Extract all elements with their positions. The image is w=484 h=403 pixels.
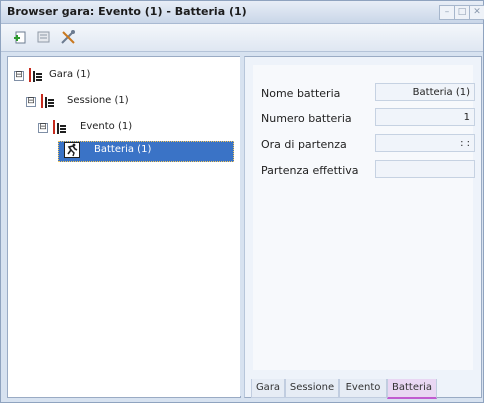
tab-sessione[interactable]: Sessione [285, 379, 339, 398]
tree-node-icon [27, 67, 43, 83]
tree-node-label: Evento (1) [80, 121, 133, 132]
property-value-partenza-effettiva[interactable] [375, 160, 475, 178]
tree-node-label: Sessione (1) [67, 95, 129, 106]
tab-batteria[interactable]: Batteria [387, 379, 437, 399]
close-icon[interactable]: ✕ [469, 5, 484, 20]
toolbar [1, 24, 483, 52]
minimize-icon[interactable]: – [439, 5, 455, 20]
tree-node-evento[interactable]: ⊟ Evento (1) [38, 119, 218, 137]
properties-panel: Nome batteria Batteria (1) Numero batter… [244, 56, 482, 399]
property-label: Partenza effettiva [261, 164, 359, 177]
title-bar[interactable]: Browser gara: Evento (1) - Batteria (1) … [1, 1, 484, 24]
collapse-icon[interactable]: ⊟ [26, 97, 36, 107]
collapse-icon[interactable]: ⊟ [14, 71, 24, 81]
maximize-icon[interactable]: □ [454, 5, 470, 20]
browser-window: Browser gara: Evento (1) - Batteria (1) … [0, 0, 484, 403]
window-title: Browser gara: Evento (1) - Batteria (1) [7, 5, 247, 18]
property-value-nome-batteria[interactable]: Batteria (1) [375, 83, 475, 101]
property-label: Nome batteria [261, 87, 341, 100]
collapse-icon[interactable]: ⊟ [38, 123, 48, 133]
property-value-ora-di-partenza[interactable]: : : [375, 134, 475, 152]
runner-icon [64, 142, 80, 158]
property-label: Ora di partenza [261, 138, 347, 151]
tab-evento[interactable]: Evento [339, 379, 387, 398]
tree-node-gara[interactable]: ⊟ Gara (1) [14, 67, 214, 85]
tab-gara[interactable]: Gara [251, 379, 285, 398]
tools-icon[interactable] [59, 28, 79, 46]
tree-node-sessione[interactable]: ⊟ Sessione (1) [26, 93, 216, 111]
tree-node-icon [51, 119, 67, 135]
properties-grid: Nome batteria Batteria (1) Numero batter… [253, 65, 475, 370]
tree-node-label: Gara (1) [49, 69, 91, 80]
add-icon[interactable] [11, 28, 31, 46]
tree-view[interactable]: ⊟ Gara (1) ⊟ Sessione (1) ⊟ Evento (1) B… [7, 56, 241, 398]
property-value-numero-batteria[interactable]: 1 [375, 108, 475, 126]
tree-node-icon [39, 93, 55, 109]
tree-node-label: Batteria (1) [94, 144, 152, 155]
property-label: Numero batteria [261, 112, 352, 125]
tree-node-batteria[interactable]: Batteria (1) [60, 142, 230, 160]
edit-icon[interactable] [35, 28, 55, 46]
